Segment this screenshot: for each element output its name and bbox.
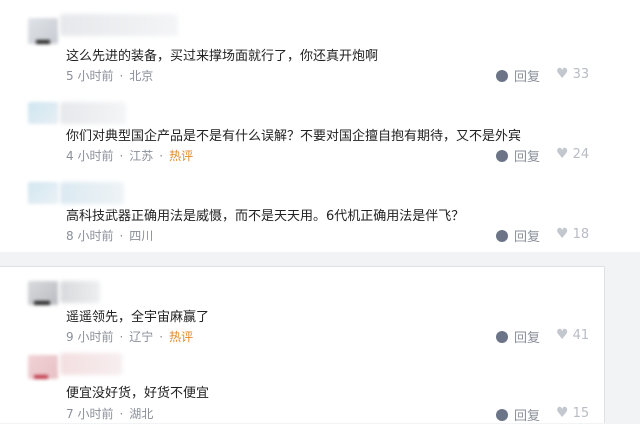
reply-button[interactable]: 回复 (496, 66, 540, 85)
heart-icon: ♥ (556, 66, 569, 82)
username-redacted (60, 353, 122, 375)
reply-label: 回复 (514, 331, 541, 346)
heart-icon: ♥ (556, 226, 569, 242)
username-redacted (60, 102, 126, 124)
reply-button[interactable]: 回复 (496, 327, 540, 346)
comment-panel-top: 这么先进的装备，买过来撑场面就行了，你还真开炮啊 5 小时前 · 北京 回复 ♥ 33… (0, 0, 640, 252)
comment-time: 7 小时前 (66, 407, 114, 421)
like-count: 24 (572, 147, 590, 162)
like-count: 33 (572, 67, 590, 82)
avatar[interactable] (28, 355, 58, 379)
reply-label: 回复 (514, 150, 541, 165)
comment-text: 高科技武器正确用法是威慑，而不是天天用。6代机正确用法是伴飞？ (66, 209, 465, 224)
avatar[interactable] (28, 102, 58, 124)
like-button[interactable]: ♥ 41 (556, 327, 589, 343)
comment-bubble-icon (496, 150, 508, 162)
like-count: 41 (572, 328, 590, 343)
comment-location: 四川 (129, 229, 154, 243)
username-redacted (60, 14, 178, 36)
comment-meta: 4 小时前 · 江苏 · 热评 (66, 149, 194, 163)
comment-meta: 9 小时前 · 辽宁 · 热评 (66, 330, 194, 344)
avatar[interactable] (28, 281, 58, 305)
reply-button[interactable]: 回复 (496, 226, 540, 245)
comment-bubble-icon (496, 70, 508, 82)
heart-icon: ♥ (556, 405, 569, 421)
like-count: 15 (572, 406, 590, 421)
like-button[interactable]: ♥ 24 (556, 146, 589, 162)
like-button[interactable]: ♥ 15 (556, 405, 589, 421)
username-redacted (60, 281, 100, 303)
comment-time: 4 小时前 (66, 149, 114, 163)
like-count: 18 (572, 227, 590, 242)
comment-location: 江苏 (129, 149, 154, 163)
heart-icon: ♥ (556, 327, 569, 343)
comment-panel-bottom: 遥遥领先，全宇宙麻赢了 9 小时前 · 辽宁 · 热评 回复 ♥ 41 便宜没好货，好货不… (0, 266, 605, 424)
comment-location: 辽宁 (129, 330, 154, 344)
reply-label: 回复 (514, 230, 541, 245)
like-button[interactable]: ♥ 33 (556, 66, 589, 82)
avatar[interactable] (28, 182, 58, 204)
comment-location: 北京 (129, 69, 154, 83)
comment-location: 湖北 (129, 407, 154, 421)
comment-bubble-icon (496, 331, 508, 343)
comment-bubble-icon (496, 409, 508, 421)
comment-meta: 8 小时前 · 四川 (66, 229, 154, 243)
comment-time: 5 小时前 (66, 69, 114, 83)
username-redacted (60, 182, 124, 204)
heart-icon: ♥ (556, 146, 569, 162)
hot-comment-tag: 热评 (169, 149, 194, 163)
avatar[interactable] (28, 18, 58, 44)
hot-comment-tag: 热评 (169, 330, 194, 344)
reply-button[interactable]: 回复 (496, 146, 540, 165)
comment-time: 9 小时前 (66, 330, 114, 344)
comment-bubble-icon (496, 230, 508, 242)
reply-label: 回复 (514, 70, 541, 85)
comment-time: 8 小时前 (66, 229, 114, 243)
comment-text: 遥遥领先，全宇宙麻赢了 (66, 310, 210, 325)
reply-button[interactable]: 回复 (496, 405, 540, 424)
like-button[interactable]: ♥ 18 (556, 226, 589, 242)
comment-meta: 7 小时前 · 湖北 (66, 407, 154, 421)
comment-text: 你们对典型国企产品是不是有什么误解？不要对国企擅自抱有期待，又不是外宾 (66, 129, 522, 144)
comment-text: 便宜没好货，好货不便宜 (66, 386, 210, 401)
comment-text: 这么先进的装备，买过来撑场面就行了，你还真开炮啊 (66, 49, 379, 64)
comment-meta: 5 小时前 · 北京 (66, 69, 154, 83)
